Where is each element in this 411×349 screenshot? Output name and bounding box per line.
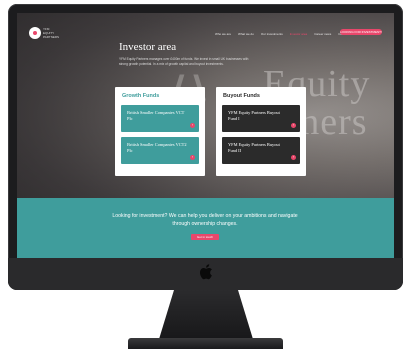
site-logo-text: YFM EQUITY PARTNERS xyxy=(43,27,60,39)
fund-name: British Smaller Companies VCT Plc xyxy=(127,110,185,121)
fund-tile[interactable]: British Smaller Companies VCT Plc › xyxy=(121,105,199,132)
screen: ⟨⟩ Equity rtners YFM EQUITY PARTNERS Who… xyxy=(17,13,394,258)
page-title: Investor area xyxy=(119,41,177,53)
nav-item-our-investments[interactable]: Our investments xyxy=(261,32,283,36)
arrow-right-icon: › xyxy=(190,123,195,128)
monitor-base xyxy=(128,338,283,349)
fund-tile[interactable]: YFM Equity Partners Buyout Fund II › xyxy=(222,137,300,164)
page-intro: YFM Equity Partners manages over £400m o… xyxy=(119,57,249,66)
nav-item-what-we-do[interactable]: What we do xyxy=(238,32,254,36)
cta-band xyxy=(17,198,394,258)
main-nav: Who we are What we do Our investments In… xyxy=(215,30,353,38)
fund-name: British Smaller Companies VCT2 Plc xyxy=(127,142,187,153)
nav-item-career-news[interactable]: Career news xyxy=(314,32,331,36)
looking-for-investment-button[interactable]: LOOKING FOR INVESTMENT? xyxy=(340,29,382,35)
arrow-right-icon: › xyxy=(291,155,296,160)
arrow-right-icon: › xyxy=(190,155,195,160)
arrow-right-icon: › xyxy=(291,123,296,128)
get-in-touch-button[interactable]: Get in touch xyxy=(191,234,219,240)
nav-item-investor-area[interactable]: Investor area xyxy=(290,32,308,36)
fund-tile[interactable]: British Smaller Companies VCT2 Plc › xyxy=(121,137,199,164)
growth-funds-panel: Growth Funds British Smaller Companies V… xyxy=(115,87,205,176)
panel-title: Growth Funds xyxy=(122,93,160,99)
buyout-funds-panel: Buyout Funds YFM Equity Partners Buyout … xyxy=(216,87,306,176)
site-logo[interactable] xyxy=(29,27,41,39)
logo-mark-icon xyxy=(33,31,37,35)
apple-logo-icon xyxy=(199,264,212,280)
fund-name: YFM Equity Partners Buyout Fund II xyxy=(228,142,280,153)
cta-text: Looking for investment? We can help you … xyxy=(112,213,298,227)
panel-title: Buyout Funds xyxy=(223,93,260,99)
fund-name: YFM Equity Partners Buyout Fund I xyxy=(228,110,280,121)
fund-tile[interactable]: YFM Equity Partners Buyout Fund I › xyxy=(222,105,300,132)
nav-item-who-we-are[interactable]: Who we are xyxy=(215,32,231,36)
